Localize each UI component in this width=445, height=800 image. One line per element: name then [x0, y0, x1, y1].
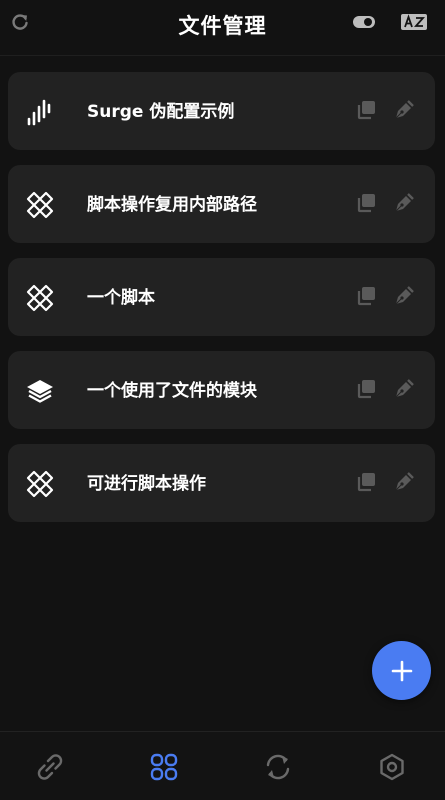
translate-icon[interactable] — [400, 10, 428, 34]
add-file-button[interactable] — [372, 641, 431, 700]
edit-pen-icon[interactable] — [391, 283, 417, 309]
plus-icon — [391, 660, 412, 681]
tab-settings[interactable] — [375, 750, 409, 784]
copy-icon[interactable] — [353, 190, 379, 216]
tab-files[interactable] — [147, 750, 181, 784]
file-list: Surge 伪配置示例 脚本操作复用内部路径 一个脚本 一个使用了文件的模块 可… — [8, 72, 435, 537]
tab-links[interactable] — [33, 750, 67, 784]
copy-icon[interactable] — [353, 469, 379, 495]
file-card[interactable]: 一个脚本 — [8, 258, 435, 336]
copy-icon[interactable] — [353, 97, 379, 123]
file-name: 可进行脚本操作 — [87, 474, 206, 494]
copy-icon[interactable] — [353, 283, 379, 309]
edit-pen-icon[interactable] — [391, 97, 417, 123]
toggle-icon[interactable] — [352, 10, 376, 34]
edit-pen-icon[interactable] — [391, 376, 417, 402]
header: 文件管理 — [0, 0, 445, 56]
signal-bars-icon — [24, 96, 56, 128]
script-link-icon — [24, 189, 56, 221]
sync-icon — [266, 754, 290, 780]
grid-icon — [150, 753, 178, 781]
file-name: 脚本操作复用内部路径 — [87, 195, 257, 215]
hexagon-settings-icon — [380, 753, 404, 781]
edit-pen-icon[interactable] — [391, 469, 417, 495]
file-name: 一个使用了文件的模块 — [87, 381, 257, 401]
file-card[interactable]: 一个使用了文件的模块 — [8, 351, 435, 429]
bottom-nav — [0, 731, 445, 800]
edit-pen-icon[interactable] — [391, 190, 417, 216]
file-name: 一个脚本 — [87, 288, 155, 308]
file-name: Surge 伪配置示例 — [87, 102, 235, 122]
script-link-icon — [24, 468, 56, 500]
link-icon — [37, 754, 63, 780]
file-card[interactable]: Surge 伪配置示例 — [8, 72, 435, 150]
copy-icon[interactable] — [353, 376, 379, 402]
app: 文件管理 Surge 伪配置示例 脚本操作复用内部路径 一个脚本 一个使用了文件… — [0, 0, 445, 800]
file-card[interactable]: 脚本操作复用内部路径 — [8, 165, 435, 243]
script-link-icon — [24, 282, 56, 314]
page-title: 文件管理 — [178, 14, 267, 38]
file-card[interactable]: 可进行脚本操作 — [8, 444, 435, 522]
layers-icon — [24, 375, 56, 407]
tab-sync[interactable] — [261, 750, 295, 784]
